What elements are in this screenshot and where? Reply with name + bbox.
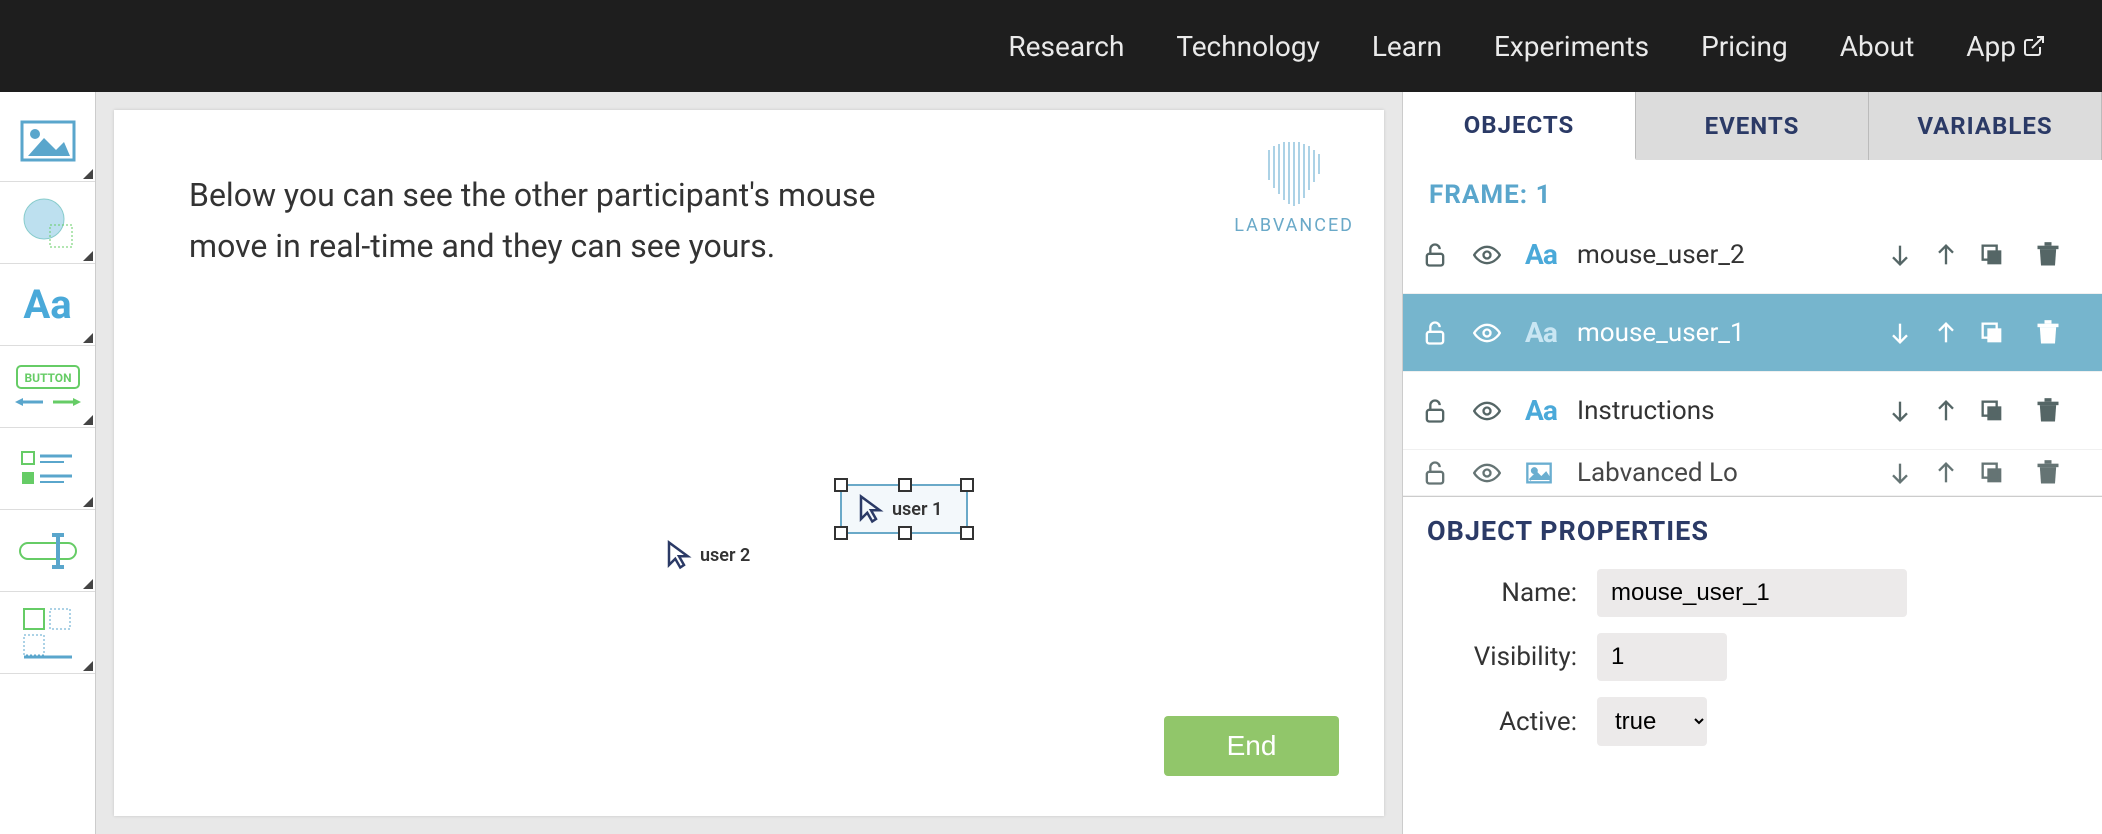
cursor-icon <box>664 540 694 570</box>
inspector-panel: OBJECTS EVENTS VARIABLES FRAME: 1 Aa mou… <box>1402 92 2102 834</box>
arrow-down-icon[interactable] <box>1886 319 1914 347</box>
properties-header: OBJECT PROPERTIES <box>1403 496 2102 561</box>
resize-handle-ne[interactable] <box>960 478 974 492</box>
canvas-wrap: Below you can see the other participant'… <box>96 92 1402 834</box>
tool-shape[interactable] <box>0 182 95 264</box>
input-icon <box>18 531 78 571</box>
grid-icon <box>22 607 74 659</box>
unlock-icon[interactable] <box>1421 241 1449 269</box>
instructions-text: Below you can see the other participant'… <box>189 170 949 272</box>
arrow-down-icon[interactable] <box>1886 397 1914 425</box>
resize-handle-se[interactable] <box>960 526 974 540</box>
trash-icon[interactable] <box>2034 241 2062 269</box>
copy-icon[interactable] <box>1978 241 2006 269</box>
tool-text[interactable]: Aa <box>0 264 95 346</box>
selected-object-box[interactable]: user 1 <box>840 484 968 534</box>
trash-icon[interactable] <box>2034 319 2062 347</box>
trash-icon[interactable] <box>2034 397 2062 425</box>
nav-technology[interactable]: Technology <box>1176 30 1319 63</box>
unlock-icon[interactable] <box>1421 397 1449 425</box>
prop-active-select[interactable]: true <box>1597 697 1707 746</box>
cursor-icon <box>856 494 886 524</box>
text-type-icon: Aa <box>1525 238 1571 271</box>
resize-handle-nw[interactable] <box>834 478 848 492</box>
eye-icon[interactable] <box>1473 241 1501 269</box>
arrow-up-icon[interactable] <box>1932 397 1960 425</box>
logo-text: LABVANCED <box>1234 215 1354 236</box>
tab-objects[interactable]: OBJECTS <box>1403 92 1636 160</box>
nav-pricing[interactable]: Pricing <box>1701 30 1788 63</box>
nav-about[interactable]: About <box>1840 30 1915 63</box>
copy-icon[interactable] <box>1978 319 2006 347</box>
tool-image[interactable] <box>0 100 95 182</box>
top-nav: Research Technology Learn Experiments Pr… <box>0 0 2102 92</box>
text-type-icon: Aa <box>1525 316 1571 349</box>
cursor2-label: user 2 <box>700 545 750 566</box>
button-icon: BUTTON <box>13 362 83 412</box>
copy-icon[interactable] <box>1978 459 2006 487</box>
tool-list[interactable] <box>0 428 95 510</box>
arrow-up-icon[interactable] <box>1932 459 1960 487</box>
tool-input[interactable] <box>0 510 95 592</box>
svg-text:BUTTON: BUTTON <box>24 371 71 385</box>
nav-research[interactable]: Research <box>1008 30 1124 63</box>
tab-events[interactable]: EVENTS <box>1636 92 1869 160</box>
frame-label: FRAME: 1 <box>1403 160 2102 216</box>
brain-icon <box>1249 140 1339 210</box>
arrow-down-icon[interactable] <box>1886 459 1914 487</box>
text-type-icon: Aa <box>1525 394 1571 427</box>
nav-app-label: App <box>1966 30 2016 63</box>
object-row-labvanced-logo[interactable]: Labvanced Lo <box>1403 450 2102 496</box>
prop-active-row: Active: true <box>1403 689 2102 754</box>
nav-experiments[interactable]: Experiments <box>1494 30 1649 63</box>
cursor-user2: user 2 <box>664 540 750 570</box>
nav-learn[interactable]: Learn <box>1372 30 1442 63</box>
external-link-icon <box>2022 34 2046 58</box>
eye-icon[interactable] <box>1473 397 1501 425</box>
tool-grid[interactable] <box>0 592 95 674</box>
prop-visibility-row: Visibility: <box>1403 625 2102 689</box>
image-type-icon <box>1525 459 1553 487</box>
prop-name-input[interactable] <box>1597 569 1907 617</box>
tool-button[interactable]: BUTTON <box>0 346 95 428</box>
prop-name-label: Name: <box>1427 578 1577 608</box>
tab-bar: OBJECTS EVENTS VARIABLES <box>1403 92 2102 160</box>
text-icon: Aa <box>23 281 71 328</box>
object-row-instructions[interactable]: Aa Instructions <box>1403 372 2102 450</box>
arrow-up-icon[interactable] <box>1932 241 1960 269</box>
list-icon <box>20 448 76 490</box>
unlock-icon[interactable] <box>1421 319 1449 347</box>
tab-variables[interactable]: VARIABLES <box>1869 92 2102 160</box>
arrow-down-icon[interactable] <box>1886 241 1914 269</box>
object-row-mouse-user-2[interactable]: Aa mouse_user_2 <box>1403 216 2102 294</box>
labvanced-logo: LABVANCED <box>1234 140 1354 236</box>
nav-app[interactable]: App <box>1966 30 2046 63</box>
cursor1-label: user 1 <box>892 499 942 520</box>
object-row-mouse-user-1[interactable]: Aa mouse_user_1 <box>1403 294 2102 372</box>
eye-icon[interactable] <box>1473 459 1501 487</box>
prop-visibility-label: Visibility: <box>1427 642 1577 672</box>
prop-visibility-input[interactable] <box>1597 633 1727 681</box>
object-list: Aa mouse_user_2 Aa mouse_user_1 <box>1403 216 2102 496</box>
eye-icon[interactable] <box>1473 319 1501 347</box>
circle-icon <box>20 195 76 251</box>
unlock-icon[interactable] <box>1421 459 1449 487</box>
resize-handle-n[interactable] <box>898 478 912 492</box>
resize-handle-sw[interactable] <box>834 526 848 540</box>
prop-active-label: Active: <box>1427 707 1577 737</box>
object-name: Labvanced Lo <box>1577 458 1880 488</box>
arrow-up-icon[interactable] <box>1932 319 1960 347</box>
image-icon <box>20 120 76 162</box>
copy-icon[interactable] <box>1978 397 2006 425</box>
trash-icon[interactable] <box>2034 459 2062 487</box>
object-name: Instructions <box>1577 396 1880 426</box>
prop-name-row: Name: <box>1403 561 2102 625</box>
tool-palette: Aa BUTTON <box>0 92 96 834</box>
object-name: mouse_user_1 <box>1577 318 1880 348</box>
resize-handle-s[interactable] <box>898 526 912 540</box>
canvas[interactable]: Below you can see the other participant'… <box>114 110 1384 816</box>
end-button[interactable]: End <box>1164 716 1339 776</box>
object-name: mouse_user_2 <box>1577 240 1880 270</box>
